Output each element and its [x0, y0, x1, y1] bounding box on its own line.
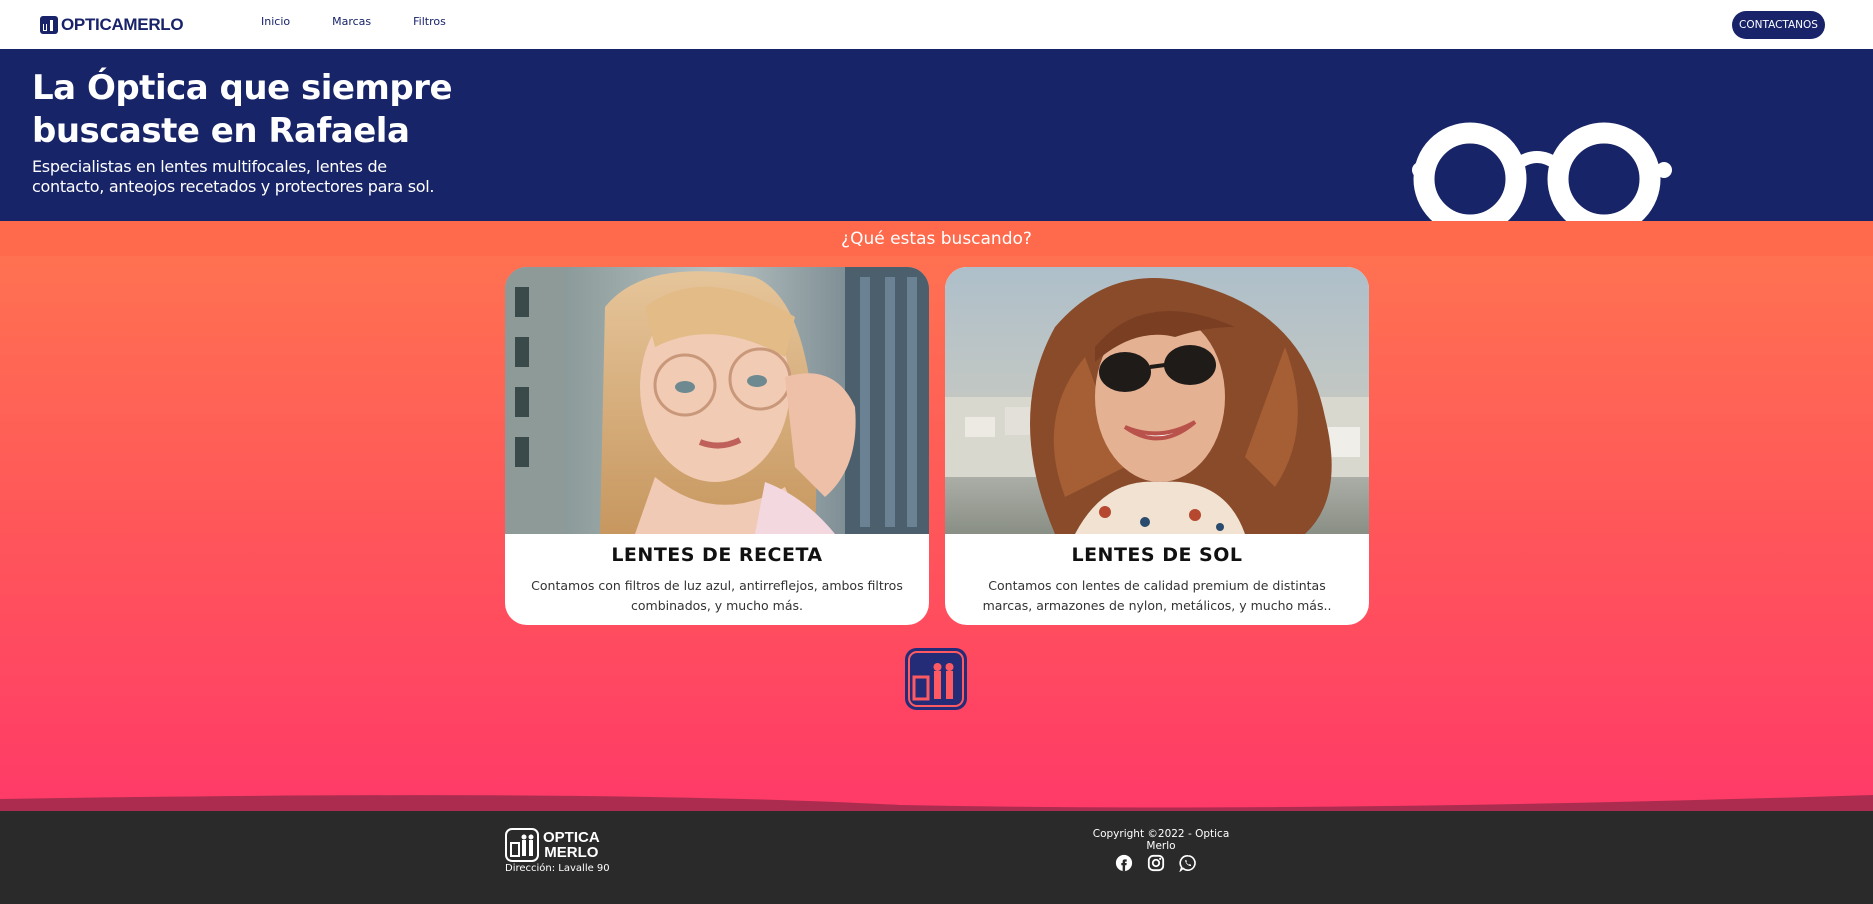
footer: OPTICA MERLO Dirección: Lavalle 90 Copyr… — [0, 811, 1873, 904]
optica-logo-icon — [905, 648, 967, 710]
card-receta-description: Contamos con filtros de luz azul, antirr… — [531, 578, 903, 613]
nav-link-inicio[interactable]: Inicio — [261, 15, 290, 28]
footer-brand: OPTICA MERLO — [505, 828, 600, 862]
facebook-icon[interactable] — [1115, 854, 1133, 872]
card-sol-image — [945, 267, 1369, 534]
card-sol-description: Contamos con lentes de calidad premium d… — [982, 578, 1332, 613]
card-lentes-sol[interactable]: LENTES DE SOL Contamos con lentes de cal… — [945, 267, 1369, 625]
nav-link-marcas[interactable]: Marcas — [332, 15, 371, 28]
footer-brand-line1: OPTICA — [543, 829, 600, 846]
card-receta-image — [505, 267, 929, 534]
social-links — [1115, 854, 1211, 872]
card-receta-title: LENTES DE RECETA — [611, 544, 823, 566]
nav-link-filtros[interactable]: Filtros — [413, 15, 446, 28]
footer-address: Dirección: Lavalle 90 — [505, 863, 610, 874]
products-section: ¿Qué estas buscando? LENTES DE RECETA Co… — [0, 221, 1873, 813]
glasses-icon — [1412, 122, 1672, 236]
card-sol-title: LENTES DE SOL — [1071, 544, 1243, 566]
nav-links: Inicio Marcas Filtros — [261, 15, 488, 28]
brand-logo[interactable]: OPTICAMERLO — [40, 14, 184, 36]
contact-button[interactable]: CONTACTANOS — [1732, 11, 1825, 39]
copyright: Copyright ©2022 - Optica Merlo — [1092, 828, 1230, 852]
brand-name: OPTICAMERLO — [61, 15, 184, 34]
footer-brand-line2: MERLO — [544, 844, 599, 861]
top-navbar: OPTICAMERLO Inicio Marcas Filtros CONTAC… — [0, 0, 1873, 49]
hero-subtitle: Especialistas en lentes multifocales, le… — [32, 157, 435, 196]
footer-wave — [0, 795, 1873, 813]
section-heading: ¿Qué estas buscando? — [0, 221, 1873, 256]
footer-logo-icon — [505, 828, 539, 862]
hero-banner: La Óptica que siempre buscaste en Rafael… — [0, 49, 1873, 236]
card-lentes-receta[interactable]: LENTES DE RECETA Contamos con filtros de… — [505, 267, 929, 625]
whatsapp-icon[interactable] — [1179, 854, 1197, 872]
brand-logo-icon — [40, 16, 58, 34]
hero-title: La Óptica que siempre buscaste en Rafael… — [32, 68, 453, 151]
footer-brand-text: OPTICA MERLO — [543, 830, 600, 860]
instagram-icon[interactable] — [1147, 854, 1165, 872]
